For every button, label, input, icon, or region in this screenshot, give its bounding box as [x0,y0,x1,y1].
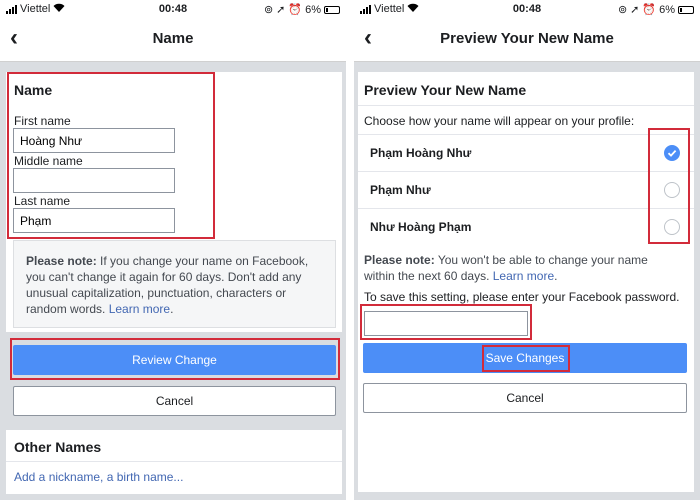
first-name-field[interactable] [13,128,175,153]
preview-name-screen: Viettel 00:48 ⊚ ➚ ⏰ 6% ‹ Preview Your Ne… [354,0,700,500]
divider [6,461,342,462]
first-name-label: First name [14,114,71,128]
instruction-text: Choose how your name will appear on your… [364,114,635,128]
password-prompt: To save this setting, please enter your … [364,290,680,304]
name-option[interactable]: Phạm Hoàng Như [358,135,694,172]
review-change-label: Review Change [132,353,217,367]
section-title: Preview Your New Name [364,82,527,98]
lock-rotation-icon: ⊚ [263,4,274,16]
status-bar: Viettel 00:48 ⊚ ➚ ⏰ 6% [0,0,346,18]
radio-unchecked-icon[interactable] [664,219,680,235]
other-names-card: Other Names Add a nickname, a birth name… [6,430,342,494]
name-option-label: Như Hoàng Phạm [370,220,472,234]
note-end: . [170,302,174,316]
page-title: Preview Your New Name [440,30,614,47]
review-change-button[interactable]: Review Change [13,345,336,375]
status-icons: ⊚ ➚ ⏰ 6% [618,3,694,16]
cancel-button[interactable]: Cancel [363,383,687,413]
name-option-label: Phạm Như [370,183,431,197]
cancel-button[interactable]: Cancel [13,386,336,416]
alarm-icon: ⏰ [642,4,657,16]
name-option[interactable]: Như Hoàng Phạm [358,209,694,246]
note-end: . [554,269,558,283]
lock-rotation-icon: ⊚ [617,4,628,16]
cancel-label: Cancel [155,394,194,408]
location-icon: ➚ [630,4,640,16]
learn-more-link[interactable]: Learn more [493,269,554,283]
nav-bar: ‹ Preview Your New Name [354,18,700,62]
note-heading: Please note: [364,253,435,267]
note-heading: Please note: [26,254,97,268]
name-options-list: Phạm Hoàng Như Phạm Như Như Hoàng Phạm [358,134,694,245]
name-edit-screen: Viettel 00:48 ⊚ ➚ ⏰ 6% ‹ Name Name First… [0,0,346,500]
note-text: Please note: You won't be able to change… [364,252,674,284]
other-names-title: Other Names [14,439,102,455]
battery-icon [324,5,340,14]
cancel-label: Cancel [506,391,544,405]
divider [358,105,694,106]
name-option-label: Phạm Hoàng Như [370,146,472,160]
page-title: Name [152,30,194,47]
nav-bar: ‹ Name [0,18,346,62]
note-box: Please note: If you change your name on … [13,240,336,328]
battery-percent: 6% [305,3,321,16]
name-card: Name First name Middle name Last name Pl… [6,72,342,332]
radio-checked-icon[interactable] [664,145,680,161]
location-icon: ➚ [276,4,286,16]
battery-percent: 6% [659,3,675,16]
radio-unchecked-icon[interactable] [664,182,680,198]
preview-card: Preview Your New Name Choose how your na… [358,72,694,492]
note-text: Please note: If you change your name on … [26,253,326,317]
name-option[interactable]: Phạm Như [358,172,694,209]
add-nickname-link[interactable]: Add a nickname, a birth name... [14,470,183,484]
save-changes-label: Save Changes [485,351,565,365]
middle-name-field[interactable] [13,168,175,193]
last-name-field[interactable] [13,208,175,233]
status-icons: ⊚ ➚ ⏰ 6% [264,3,340,16]
save-changes-button[interactable]: Save Changes [363,343,687,373]
middle-name-label: Middle name [14,154,83,168]
section-title: Name [14,82,53,98]
password-field[interactable] [364,311,528,336]
alarm-icon: ⏰ [288,4,303,16]
battery-icon [678,5,694,14]
last-name-label: Last name [14,194,71,208]
learn-more-link[interactable]: Learn more [109,302,170,316]
status-bar: Viettel 00:48 ⊚ ➚ ⏰ 6% [354,0,700,18]
